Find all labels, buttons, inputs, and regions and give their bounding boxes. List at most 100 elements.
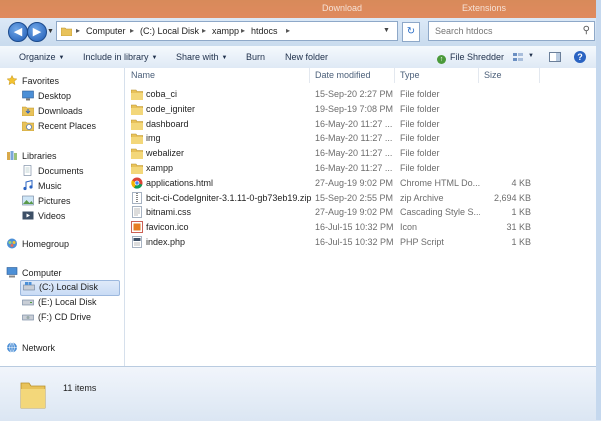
nav-item-c-local-disk[interactable]: (C:) Local Disk — [20, 280, 120, 296]
help-icon[interactable]: ? — [574, 51, 586, 63]
share-with-button[interactable]: Share with ▼ — [176, 52, 227, 62]
nav-item-label: (E:) Local Disk — [38, 297, 97, 307]
nav-item-documents[interactable]: Documents — [22, 165, 84, 179]
chevron-down-icon: ▼ — [151, 55, 158, 61]
file-date-modified: 16-May-20 11:27 ... — [315, 133, 393, 144]
homegroup-icon — [7, 238, 17, 249]
nav-computer[interactable]: Computer — [6, 267, 62, 281]
chrome-html-icon — [131, 177, 143, 189]
file-shredder-label: File Shredder — [450, 52, 505, 62]
change-view-icon[interactable] — [511, 50, 525, 64]
file-type: File folder — [400, 89, 440, 99]
file-size: 2,694 KB — [493, 192, 531, 203]
file-row[interactable]: xampp 16-May-20 11:27 ... File folder — [131, 161, 541, 175]
breadcrumb-separator-icon[interactable]: ▸ — [241, 26, 245, 35]
nav-libraries-label: Libraries — [22, 151, 57, 161]
column-header-name[interactable]: Name — [125, 68, 310, 83]
view-options-chevron-icon[interactable]: ▼ — [528, 53, 534, 59]
address-history-chevron-icon[interactable]: ▼ — [383, 27, 390, 34]
folder-icon — [131, 148, 143, 160]
folder-icon — [131, 163, 143, 174]
folder-icon — [131, 134, 143, 145]
file-name: applications.html — [146, 177, 214, 188]
breadcrumb-separator-icon[interactable]: ▸ — [76, 26, 80, 35]
nav-item-e-local-disk[interactable]: (E:) Local Disk — [22, 296, 97, 310]
nav-network[interactable]: Network — [6, 342, 55, 356]
file-date-modified: 27-Aug-19 9:02 PM — [315, 177, 394, 188]
file-row[interactable]: index.php 16-Jul-15 10:32 PM PHP Script 1 K… — [131, 235, 541, 249]
forward-button[interactable]: ▶ — [27, 22, 47, 42]
breadcrumb-separator-icon[interactable]: ▸ — [130, 26, 134, 35]
new-folder-button[interactable]: New folder — [285, 52, 328, 62]
breadcrumb-computer[interactable]: Computer — [86, 26, 126, 36]
search-icon[interactable]: ⚲ — [583, 25, 590, 36]
file-type: File folder — [400, 118, 440, 129]
refresh-button[interactable]: ↻ — [402, 22, 420, 42]
breadcrumb-separator-icon[interactable]: ▸ — [202, 26, 206, 35]
nav-item-label: Videos — [38, 211, 66, 221]
nav-item-f-cd-drive[interactable]: (F:) CD Drive — [22, 311, 91, 325]
file-shredder-button[interactable]: ↑ File Shredder — [437, 52, 504, 64]
recent-pages-chevron-icon[interactable]: ▼ — [47, 28, 54, 35]
nav-item-music[interactable]: Music — [22, 180, 62, 194]
nav-computer-label: Computer — [22, 268, 62, 278]
libraries-icon — [7, 151, 17, 160]
file-name: coba_ci — [146, 89, 178, 99]
nav-homegroup[interactable]: Homegroup — [6, 238, 69, 252]
column-header-size[interactable]: Size — [478, 68, 540, 83]
address-bar-row: ◀ ▶ ▼ ▸ Computer ▸ (C:) Local Disk ▸ xam… — [0, 18, 601, 46]
documents-icon — [23, 165, 32, 176]
column-header-type[interactable]: Type — [394, 68, 479, 83]
nav-item-pictures[interactable]: Pictures — [22, 195, 71, 209]
css-file-icon — [132, 206, 142, 219]
folder-icon — [61, 27, 72, 36]
nav-item-videos[interactable]: Videos — [22, 210, 65, 224]
pictures-icon — [22, 195, 34, 206]
file-row[interactable]: dashboard 16-May-20 11:27 ... File folder — [131, 117, 541, 131]
nav-item-label: Desktop — [38, 91, 72, 101]
file-size: 31 KB — [506, 222, 531, 233]
file-row[interactable]: applications.html 27-Aug-19 9:02 PM Chrome… — [131, 176, 541, 190]
computer-icon — [6, 267, 18, 278]
preview-pane-icon[interactable] — [548, 50, 562, 64]
include-in-library-label: Include in library — [83, 52, 149, 62]
details-pane: 11 items — [0, 366, 601, 421]
nav-item-label: Downloads — [38, 106, 83, 116]
column-header-date-modified[interactable]: Date modified — [309, 68, 395, 83]
file-row[interactable]: code_igniter 19-Sep-19 7:08 PM File folder — [131, 102, 541, 116]
file-name: index.php — [146, 237, 186, 247]
nav-item-recent-places[interactable]: Recent Places — [22, 120, 96, 134]
navigation-pane: Favorites Desktop Downloads Recent Place… — [0, 68, 125, 366]
back-button[interactable]: ◀ — [8, 22, 28, 42]
share-with-label: Share with — [176, 52, 219, 62]
nav-item-desktop[interactable]: Desktop — [22, 90, 71, 104]
file-date-modified: 16-Jul-15 10:32 PM — [315, 237, 394, 247]
search-input[interactable] — [433, 25, 577, 37]
file-name: bitnami.css — [146, 207, 192, 218]
nav-item-downloads[interactable]: Downloads — [22, 105, 83, 119]
breadcrumb-local-disk[interactable]: (C:) Local Disk — [140, 26, 199, 36]
organize-button[interactable]: Organize ▼ — [19, 52, 64, 62]
file-type: Cascading Style S... — [400, 207, 480, 218]
file-row[interactable]: bitnami.css 27-Aug-19 9:02 PM Cascading St… — [131, 205, 541, 219]
address-bar[interactable]: ▸ Computer ▸ (C:) Local Disk ▸ xampp ▸ h… — [56, 21, 398, 41]
breadcrumb-xampp[interactable]: xampp — [212, 26, 239, 36]
breadcrumb-separator-icon[interactable]: ▸ — [286, 26, 290, 35]
file-name: dashboard — [146, 118, 189, 129]
file-type: File folder — [400, 163, 440, 173]
file-row[interactable]: coba_ci 15-Sep-20 2:27 PM File folder — [131, 87, 541, 101]
nav-favorites[interactable]: Favorites — [6, 75, 59, 89]
breadcrumb-htdocs[interactable]: htdocs — [251, 26, 278, 36]
burn-button[interactable]: Burn — [246, 52, 265, 62]
nav-libraries[interactable]: Libraries — [6, 150, 57, 164]
include-in-library-button[interactable]: Include in library ▼ — [83, 52, 157, 62]
file-row[interactable]: webalizer 16-May-20 11:27 ... File folder — [131, 146, 541, 160]
nav-item-label: (C:) Local Disk — [39, 282, 99, 292]
file-row[interactable]: img 16-May-20 11:27 ... File folder — [131, 131, 541, 145]
nav-item-label: (F:) CD Drive — [38, 312, 91, 322]
file-date-modified: 16-Jul-15 10:32 PM — [315, 222, 394, 233]
folder-icon — [131, 119, 143, 130]
window-border — [596, 0, 601, 420]
file-row[interactable]: bcit-ci-CodeIgniter-3.1.11-0-gb73eb19.zi… — [131, 191, 541, 205]
file-row[interactable]: favicon.ico 16-Jul-15 10:32 PM Icon 31 KB — [131, 220, 541, 234]
